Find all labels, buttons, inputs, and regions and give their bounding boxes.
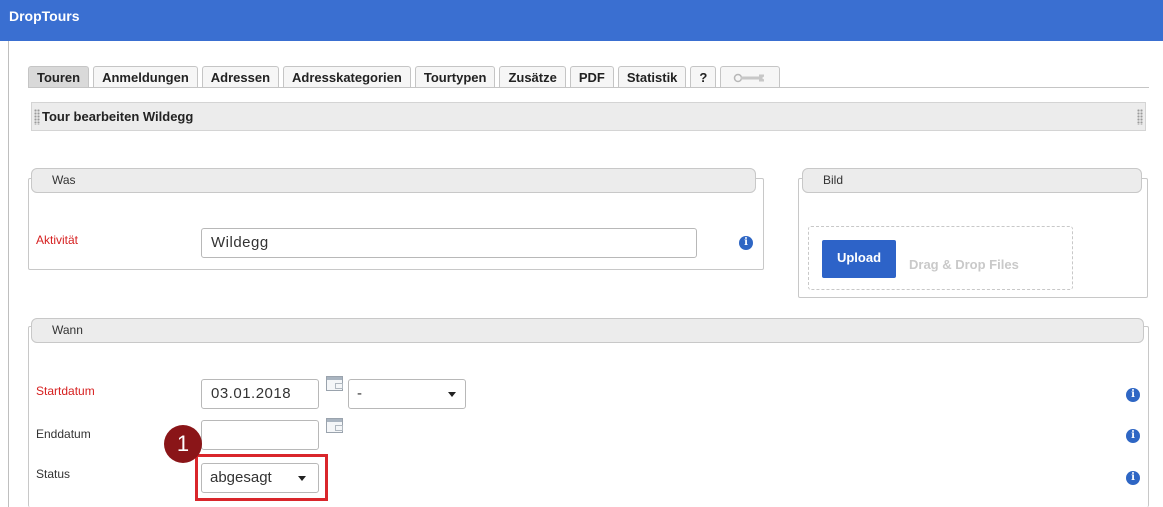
tab-help[interactable]: ? — [690, 66, 717, 88]
tab-bar: Touren Anmeldungen Adressen Adresskatego… — [28, 66, 784, 88]
tab-pdf[interactable]: PDF — [569, 66, 614, 88]
page-title: Tour bearbeiten Wildegg — [42, 109, 194, 124]
tab-adressen[interactable]: Adressen — [201, 66, 280, 88]
left-border — [8, 41, 9, 507]
start-time-select[interactable]: - — [348, 379, 466, 409]
wann-legend: Wann — [31, 318, 1144, 343]
aktivitaet-input[interactable]: Wildegg — [201, 228, 697, 258]
drag-handle-right-icon[interactable] — [1137, 109, 1143, 125]
startdatum-input[interactable]: 03.01.2018 — [201, 379, 319, 409]
step-marker: 1 — [164, 425, 202, 463]
info-icon[interactable]: i — [1126, 429, 1140, 443]
info-icon[interactable]: i — [1126, 388, 1140, 402]
info-icon[interactable]: i — [1126, 471, 1140, 485]
calendar-icon[interactable] — [326, 418, 343, 433]
startdatum-label: Startdatum — [36, 384, 95, 398]
edit-header: Tour bearbeiten Wildegg — [28, 87, 1149, 144]
tab-tourtypen[interactable]: Tourtypen — [414, 66, 496, 88]
app-titlebar: DropTours — [0, 0, 1163, 41]
header-panel: Tour bearbeiten Wildegg — [31, 102, 1146, 131]
bild-legend: Bild — [802, 168, 1142, 193]
tab-adresskategorien[interactable]: Adresskategorien — [283, 66, 411, 88]
tab-tools[interactable] — [720, 66, 781, 88]
upload-button[interactable]: Upload — [822, 240, 896, 278]
calendar-icon[interactable] — [326, 376, 343, 391]
tab-zusaetze[interactable]: Zusätze — [499, 66, 566, 88]
tab-statistik[interactable]: Statistik — [617, 66, 687, 88]
aktivitaet-label: Aktivität — [36, 233, 79, 247]
chevron-down-icon — [298, 476, 306, 481]
tab-touren[interactable]: Touren — [28, 66, 90, 88]
status-select[interactable]: abgesagt — [201, 463, 319, 493]
start-time-value: - — [357, 385, 362, 402]
wrench-icon — [734, 73, 765, 82]
app-title: DropTours — [9, 8, 80, 24]
enddatum-input[interactable] — [201, 420, 319, 450]
tab-anmeldungen[interactable]: Anmeldungen — [93, 66, 198, 88]
dropzone-hint: Drag & Drop Files — [909, 257, 1019, 272]
drag-handle-left-icon[interactable] — [34, 109, 40, 125]
enddatum-label: Enddatum — [36, 427, 91, 441]
status-value: abgesagt — [210, 469, 272, 486]
file-dropzone[interactable]: Upload Drag & Drop Files — [808, 226, 1073, 290]
was-legend: Was — [31, 168, 756, 193]
chevron-down-icon — [448, 392, 456, 397]
info-icon[interactable]: i — [739, 236, 753, 250]
status-label: Status — [36, 467, 71, 481]
